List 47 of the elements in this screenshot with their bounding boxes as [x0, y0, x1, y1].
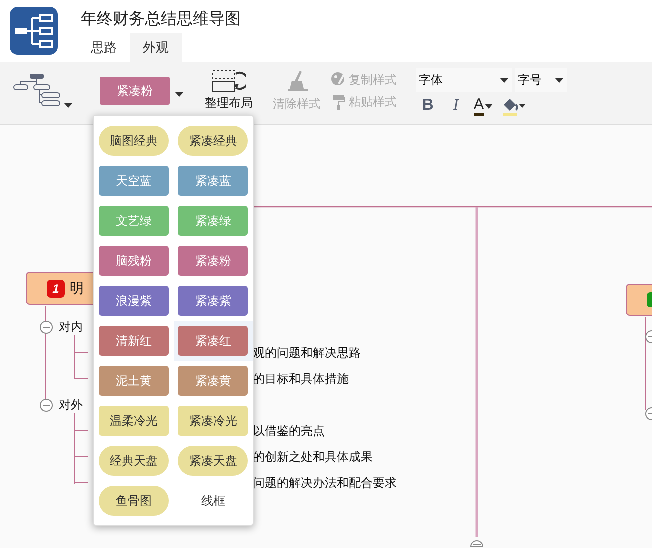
theme-option[interactable]: 紧凑经典 — [178, 126, 248, 156]
theme-option[interactable]: 温柔冷光 — [98, 406, 169, 436]
italic-button[interactable]: I — [446, 94, 466, 118]
theme-option[interactable]: 紧凑红 — [178, 326, 248, 356]
branch-text: 的创新之处和具体成果 — [253, 450, 373, 464]
caret-icon[interactable] — [555, 78, 564, 82]
theme-option[interactable]: 经典天盘 — [98, 446, 169, 476]
branch-text: 观的问题和解决思路 — [253, 346, 361, 360]
theme-option[interactable]: 紧凑粉 — [178, 246, 248, 276]
branch-label: 对外 — [59, 398, 83, 412]
theme-option[interactable]: 紧凑天盘 — [178, 446, 248, 476]
priority-badge-icon — [647, 291, 652, 309]
roller-icon — [333, 95, 345, 110]
caret-icon[interactable] — [500, 78, 509, 82]
caret-icon[interactable] — [64, 103, 73, 108]
caret-icon[interactable] — [175, 92, 184, 97]
collapse-icon[interactable] — [40, 321, 53, 334]
palette-icon — [331, 72, 345, 86]
eraser-icon — [288, 70, 308, 92]
size-select[interactable]: 字号 — [515, 68, 567, 92]
theme-option[interactable]: 脑图经典 — [98, 126, 169, 156]
branch-text: 的目标和具体措施 — [253, 372, 349, 386]
paint-bucket-icon[interactable] — [501, 96, 528, 116]
theme-option[interactable]: 脑残粉 — [98, 246, 169, 276]
tab[interactable]: 外观 — [130, 33, 182, 62]
collapse-icon[interactable] — [40, 399, 53, 412]
theme-button[interactable]: 紧凑粉 — [100, 77, 170, 105]
theme-option[interactable]: 鱼骨图 — [98, 486, 169, 516]
theme-option[interactable]: 清新红 — [98, 326, 169, 356]
layout-icon[interactable] — [212, 70, 246, 94]
theme-option[interactable]: 紧凑冷光 — [178, 406, 248, 436]
collapse-icon[interactable] — [470, 538, 484, 548]
theme-option[interactable]: 浪漫紫 — [98, 286, 169, 316]
branch-label: 对内 — [59, 320, 83, 334]
app-logo-icon — [10, 7, 58, 55]
font-color-button[interactable]: A — [474, 96, 484, 116]
priority-badge: 1 — [47, 280, 65, 298]
font-select[interactable]: 字体 — [416, 68, 512, 92]
branch-text: 以借鉴的亮点 — [253, 424, 325, 438]
layout-button[interactable]: 整理布局 — [205, 94, 253, 112]
document-title: 年终财务总结思维导图 — [81, 10, 241, 30]
theme-option[interactable]: 紧凑紫 — [178, 286, 248, 316]
caret-icon[interactable] — [485, 104, 494, 108]
branch-text: 问题的解决办法和配合要求 — [253, 476, 397, 490]
bold-button[interactable]: B — [418, 94, 438, 118]
node-label: 明 — [70, 279, 84, 298]
structure-icon[interactable] — [12, 72, 62, 108]
